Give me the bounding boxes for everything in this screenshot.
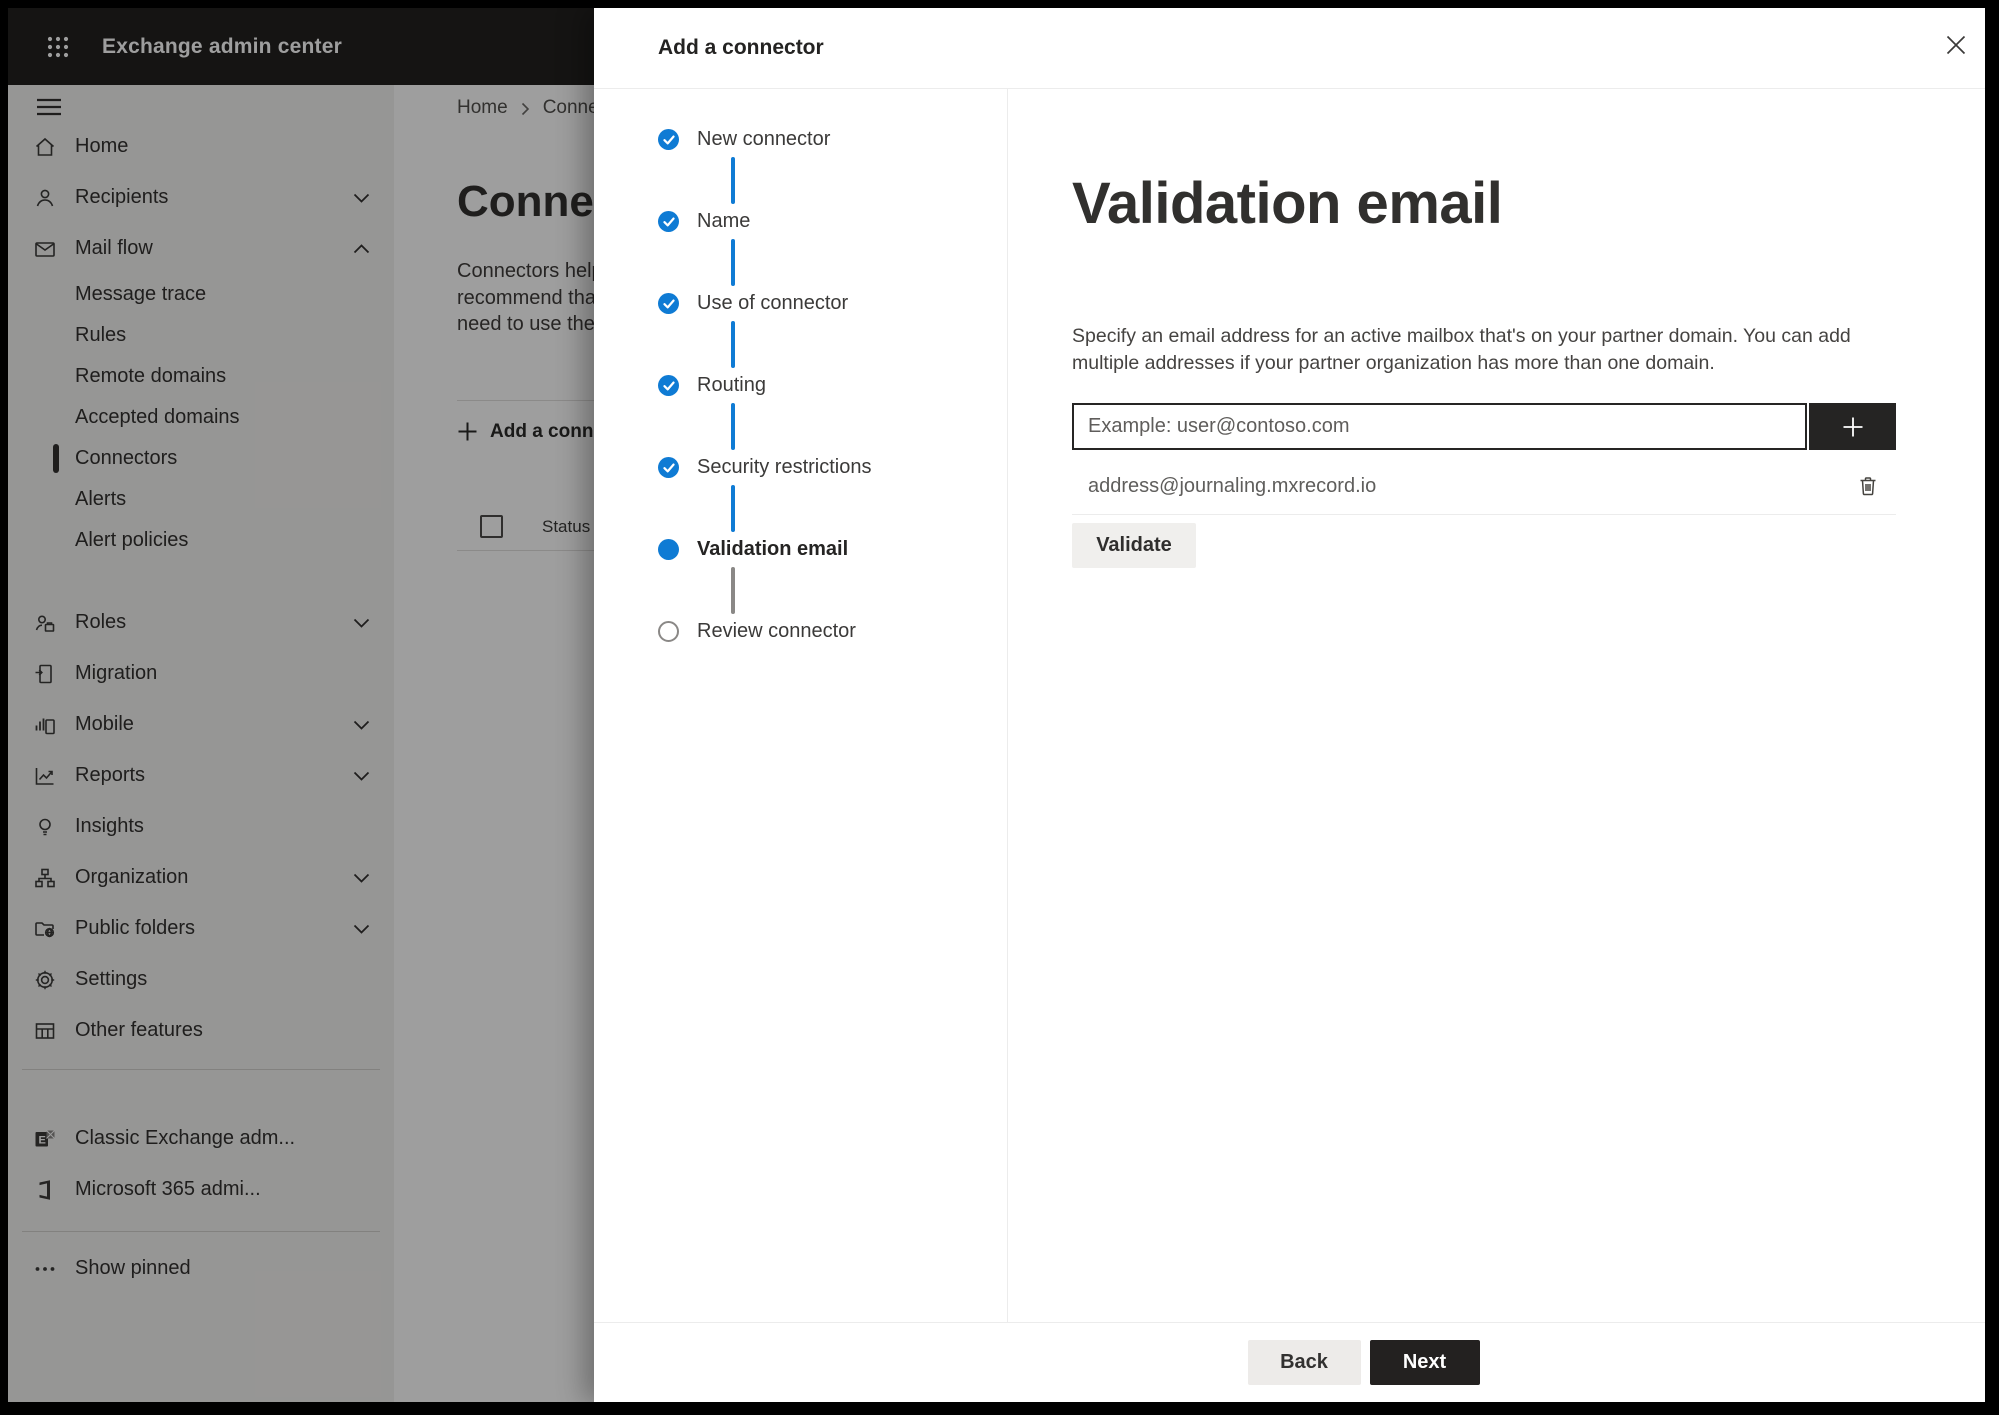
step-connector	[730, 321, 735, 368]
step-connector	[730, 403, 735, 450]
step-routing: Routing	[658, 374, 1007, 396]
step-validation-email: Validation email	[658, 538, 1007, 560]
step-new-connector: New connector	[658, 128, 1007, 150]
step-label: Validation email	[697, 538, 849, 560]
step-connector	[730, 567, 735, 614]
step-heading: Validation email	[1072, 171, 1503, 236]
step-security-restrictions: Security restrictions	[658, 456, 1007, 478]
step-connector	[730, 239, 735, 286]
validate-button[interactable]: Validate	[1072, 523, 1196, 568]
panel-footer: Back Next	[594, 1322, 1985, 1402]
step-name: Name	[658, 210, 1007, 232]
email-input-row	[1072, 403, 1896, 450]
step-label: Review connector	[697, 620, 856, 642]
plus-icon	[1843, 417, 1862, 436]
added-address: address@journaling.mxrecord.io	[1088, 474, 1377, 497]
validation-email-step: Validation email Specify an email addres…	[1008, 89, 1985, 1322]
step-description: Specify an email address for an active m…	[1072, 325, 1851, 374]
trash-icon	[1860, 477, 1876, 496]
step-complete-icon	[658, 457, 679, 478]
added-address-row: address@journaling.mxrecord.io	[1072, 458, 1896, 515]
step-label: Name	[697, 210, 751, 232]
step-label: Use of connector	[697, 292, 849, 314]
step-connector	[730, 485, 735, 532]
email-input[interactable]	[1072, 403, 1807, 450]
step-use-of-connector: Use of connector	[658, 292, 1007, 314]
add-email-button[interactable]	[1809, 403, 1896, 450]
step-complete-icon	[658, 211, 679, 232]
panel-header: Add a connector	[594, 8, 1985, 89]
delete-address-button[interactable]	[1856, 474, 1880, 498]
step-review-connector: Review connector	[658, 620, 1007, 642]
close-icon	[1946, 35, 1966, 55]
back-button[interactable]: Back	[1247, 1340, 1361, 1385]
step-connector	[730, 157, 735, 204]
close-button[interactable]	[1939, 28, 1973, 62]
step-complete-icon	[658, 375, 679, 396]
app-window: Exchange admin center Home Recipients Ma…	[8, 8, 1985, 1402]
step-label: New connector	[697, 128, 831, 150]
next-button[interactable]: Next	[1369, 1340, 1480, 1385]
wizard-steps: New connector Name Use of connector Rout…	[594, 89, 1008, 1322]
step-label: Security restrictions	[697, 456, 872, 478]
step-label: Routing	[697, 374, 766, 396]
step-current-icon	[658, 539, 679, 560]
add-connector-panel: Add a connector New connector Name Use o…	[594, 8, 1985, 1402]
step-complete-icon	[658, 129, 679, 150]
step-complete-icon	[658, 293, 679, 314]
panel-title: Add a connector	[658, 36, 824, 59]
step-upcoming-icon	[658, 621, 679, 642]
